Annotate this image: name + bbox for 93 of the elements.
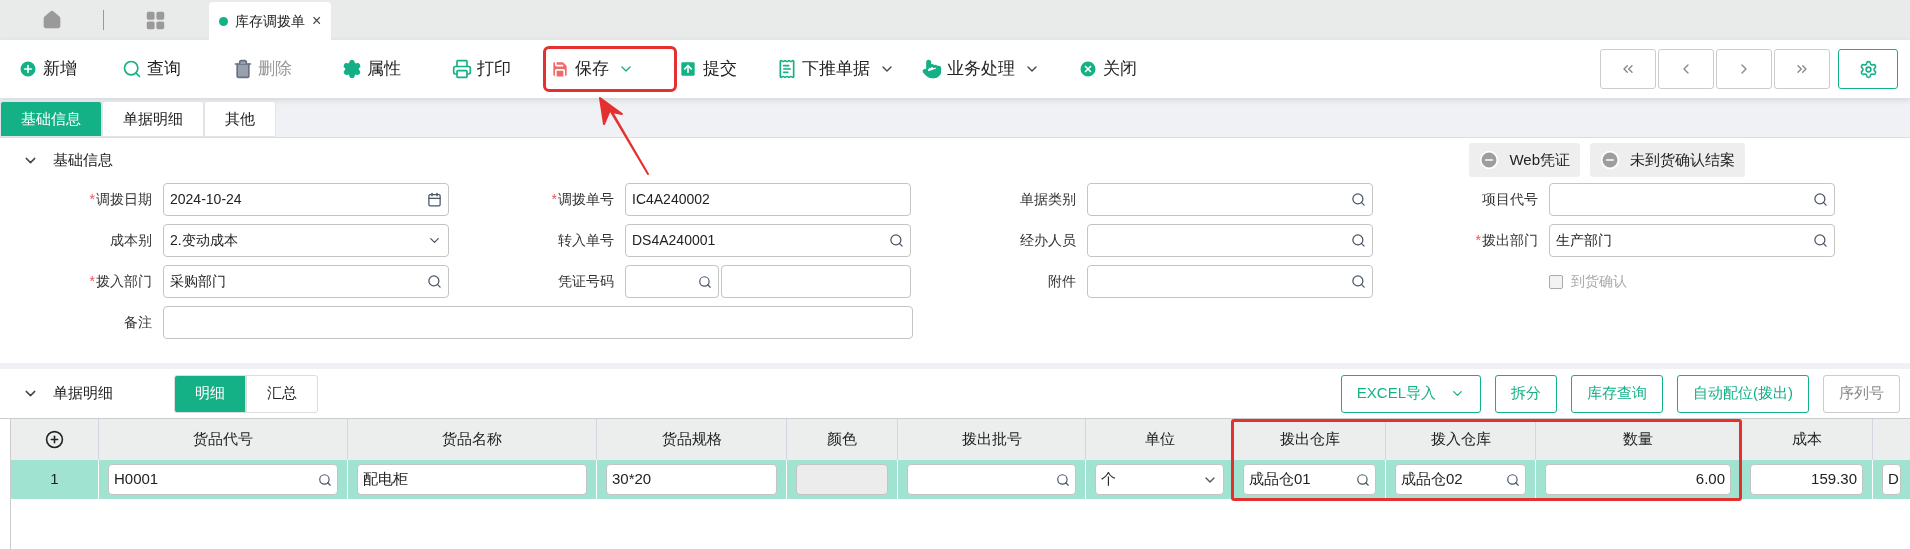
- hand-pointer-icon: [922, 59, 942, 79]
- input-field[interactable]: [1087, 265, 1373, 298]
- required-mark: *: [89, 190, 95, 209]
- required-mark: *: [551, 190, 557, 209]
- add-row-icon[interactable]: [45, 430, 64, 449]
- toolbar-button[interactable]: 下推单据: [773, 49, 918, 89]
- action-button[interactable]: Web凭证: [1469, 143, 1580, 177]
- field-label: 凭证号码: [558, 272, 614, 291]
- field-label: 拨出部门: [1482, 231, 1538, 250]
- field-label: 经办人员: [1020, 231, 1076, 250]
- home-icon: [41, 10, 62, 30]
- input-field[interactable]: 2024-10-24: [163, 183, 449, 216]
- input-field[interactable]: [1087, 183, 1373, 216]
- field-label: 成本别: [110, 231, 152, 250]
- save-icon: [550, 59, 570, 79]
- calendar-icon: [427, 192, 442, 207]
- toolbar-button[interactable]: 查询: [118, 49, 229, 89]
- section-title: 单据明细: [53, 383, 114, 404]
- field-label: 项目代号: [1482, 190, 1538, 209]
- last-page-button[interactable]: [1774, 49, 1830, 89]
- section-title: 基础信息: [53, 149, 113, 170]
- field-label: 调拨单号: [558, 190, 614, 209]
- document-tab[interactable]: 库存调拨单 ×: [209, 2, 332, 40]
- search-icon: [1056, 472, 1070, 487]
- search-icon: [1356, 472, 1370, 487]
- input-field[interactable]: DS4A240001: [625, 224, 911, 257]
- gear-icon: [342, 59, 362, 79]
- field-label: 拨入部门: [96, 272, 152, 291]
- minus-circle-icon: [1479, 150, 1500, 170]
- input-field[interactable]: 采购部门: [163, 265, 449, 298]
- field-label: 单据类别: [1020, 190, 1076, 209]
- required-mark: *: [1475, 231, 1481, 250]
- input-field[interactable]: [1087, 224, 1373, 257]
- search-icon: [889, 233, 904, 248]
- search-icon: [1813, 233, 1828, 248]
- grid-icon: [144, 9, 166, 31]
- field-label: 备注: [124, 313, 152, 332]
- checkbox-label: 到货确认: [1571, 272, 1627, 291]
- search-icon: [698, 274, 712, 289]
- input-field[interactable]: IC4A240002: [625, 183, 911, 216]
- input-field[interactable]: [625, 265, 719, 298]
- search-icon: [1351, 274, 1366, 289]
- document-icon: [777, 59, 797, 79]
- search-icon: [1351, 192, 1366, 207]
- required-mark: *: [89, 272, 95, 291]
- trash-icon: [233, 59, 253, 79]
- row-number: 1: [11, 460, 99, 499]
- search-icon: [1506, 472, 1520, 487]
- select-field[interactable]: 个: [1095, 464, 1224, 495]
- form-tab[interactable]: 其他: [204, 101, 276, 137]
- input-field[interactable]: 30*20: [606, 464, 777, 495]
- input-field[interactable]: 配电柜: [357, 464, 587, 495]
- form-tab[interactable]: 单据明细: [102, 101, 204, 137]
- input-field[interactable]: 159.30: [1750, 464, 1863, 495]
- input-field[interactable]: D: [1882, 464, 1901, 495]
- input-field[interactable]: 6.00: [1545, 464, 1731, 495]
- input-field[interactable]: 成品仓02: [1395, 464, 1526, 495]
- toolbar-button[interactable]: 新增: [14, 49, 118, 89]
- add-icon: [18, 59, 38, 79]
- input-field[interactable]: 成品仓01: [1243, 464, 1376, 495]
- close-icon: [1078, 59, 1098, 79]
- close-icon[interactable]: ×: [312, 13, 322, 29]
- toolbar-button[interactable]: 提交: [674, 49, 773, 89]
- input-field[interactable]: H0001: [108, 464, 338, 495]
- search-icon: [427, 274, 442, 289]
- printer-icon: [452, 59, 472, 79]
- first-page-button[interactable]: [1600, 49, 1656, 89]
- minus-circle-icon: [1600, 150, 1620, 170]
- table-row[interactable]: 1 H0001 配电柜 30*20 个 成品仓01 成品仓02 6.00 159.30 D: [11, 460, 1910, 499]
- field-label: 附件: [1048, 272, 1076, 291]
- input-field[interactable]: [1549, 183, 1835, 216]
- toolbar-button[interactable]: 关闭: [1074, 49, 1154, 89]
- search-icon: [122, 59, 142, 79]
- search-icon: [1351, 233, 1366, 248]
- input-field[interactable]: [163, 306, 913, 339]
- toolbar-button[interactable]: 属性: [338, 49, 448, 89]
- input-field[interactable]: 生产部门: [1549, 224, 1835, 257]
- search-icon: [318, 472, 332, 487]
- settings-icon: [1858, 59, 1878, 79]
- view-tab[interactable]: 汇总: [246, 374, 318, 413]
- upload-icon: [678, 59, 698, 79]
- select-field[interactable]: 2.变动成本: [163, 224, 449, 257]
- toolbar-button[interactable]: 保存: [546, 49, 674, 89]
- previous-button[interactable]: [1658, 49, 1714, 89]
- search-icon: [1813, 192, 1828, 207]
- settings-button[interactable]: [1838, 49, 1898, 89]
- input-field[interactable]: [907, 464, 1076, 495]
- toolbar-button[interactable]: 打印: [448, 49, 546, 89]
- next-button[interactable]: [1716, 49, 1772, 89]
- action-button[interactable]: 未到货确认结案: [1590, 143, 1745, 177]
- field-label: 转入单号: [558, 231, 614, 250]
- toolbar-button[interactable]: 业务处理: [918, 49, 1074, 89]
- field-label: 调拨日期: [96, 190, 152, 209]
